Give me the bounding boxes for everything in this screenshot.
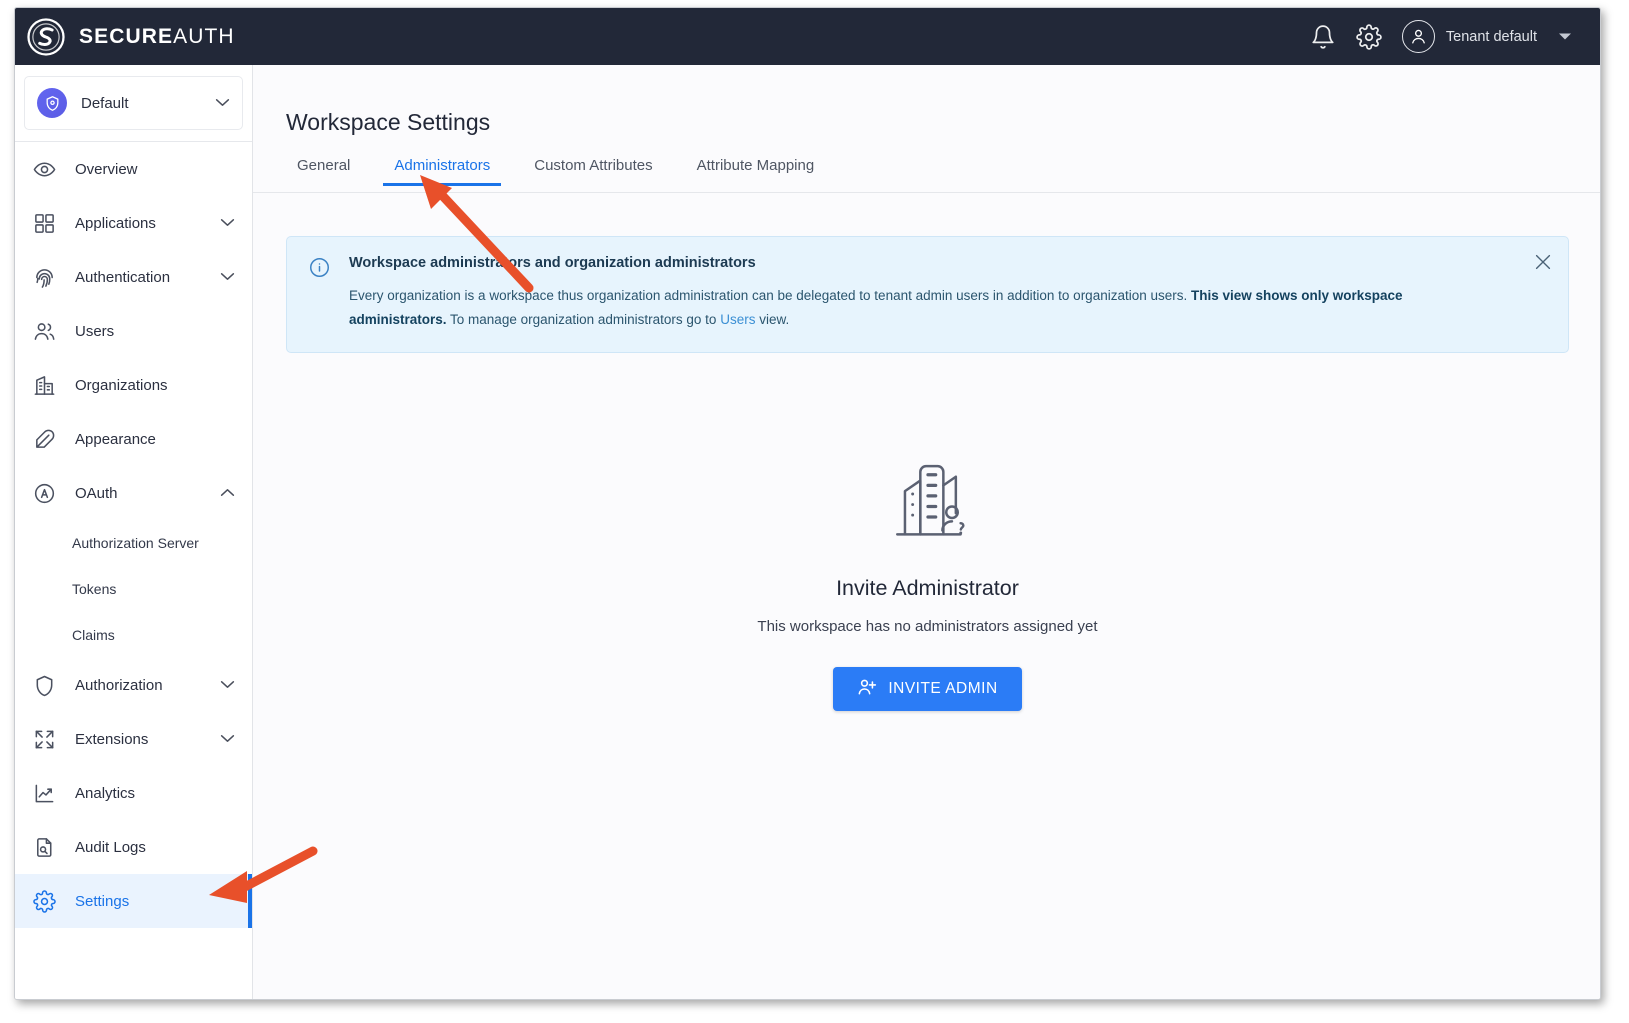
tenant-switcher[interactable]: Tenant default: [1401, 20, 1572, 53]
sidebar-item-label: Authorization: [75, 676, 163, 694]
main-content-area: Workspace Settings General Administrators…: [253, 65, 1600, 999]
sidebar-item-list: Overview Applications Authentication Users O…: [15, 142, 252, 928]
shield-check-icon: [37, 88, 67, 118]
banner-text-part1: Every organization is a workspace thus o…: [349, 288, 1191, 303]
sidebar-item-label: Settings: [75, 892, 130, 910]
sidebar-item-audit-logs[interactable]: Audit Logs: [15, 820, 252, 874]
expand-icon: [33, 728, 56, 751]
sidebar-item-settings[interactable]: Settings: [15, 874, 252, 928]
application-window: SECUREAUTH Tenant default Default Overvi…: [14, 7, 1601, 1000]
users-icon: [33, 320, 56, 343]
tab-general[interactable]: General: [286, 157, 361, 186]
settings-tab-bar: General Administrators Custom Attributes At…: [253, 157, 1600, 193]
info-banner-body: Workspace administrators and organizatio…: [349, 255, 1546, 332]
caret-down-icon[interactable]: [1558, 28, 1572, 46]
document-search-icon: [33, 836, 56, 859]
feather-icon: [33, 428, 56, 451]
empty-state-title: Invite Administrator: [836, 576, 1019, 600]
close-icon[interactable]: [1532, 251, 1554, 273]
gear-icon: [33, 889, 56, 913]
grid-icon: [33, 212, 56, 235]
top-header-bar: SECUREAUTH Tenant default: [15, 8, 1600, 65]
sidebar-item-label: Audit Logs: [75, 838, 146, 856]
workspace-name-label: Default: [81, 94, 129, 112]
info-circle-icon: [309, 257, 330, 278]
sidebar-item-overview[interactable]: Overview: [15, 142, 252, 196]
sidebar-navigation: Default Overview Applications Authenticati…: [15, 65, 253, 999]
brand-light-text: AUTH: [173, 24, 235, 48]
sidebar-item-authentication[interactable]: Authentication: [15, 250, 252, 304]
sidebar-item-claims[interactable]: Claims: [15, 612, 252, 658]
chevron-down-icon[interactable]: [220, 214, 235, 232]
building-icon: [33, 374, 56, 397]
sidebar-item-authorization-server[interactable]: Authorization Server: [15, 520, 252, 566]
empty-state: Invite Administrator This workspace has …: [253, 446, 1600, 711]
tab-attribute-mapping[interactable]: Attribute Mapping: [686, 157, 826, 186]
tab-custom-attributes[interactable]: Custom Attributes: [523, 157, 663, 186]
sidebar-item-authorization[interactable]: Authorization: [15, 658, 252, 712]
chevron-down-icon[interactable]: [220, 268, 235, 286]
building-person-question-icon: [880, 446, 976, 544]
sidebar-item-appearance[interactable]: Appearance: [15, 412, 252, 466]
tenant-name-label: Tenant default: [1445, 28, 1537, 45]
shield-icon: [33, 674, 56, 697]
brand-logo-area[interactable]: SECUREAUTH: [25, 16, 235, 58]
sidebar-item-label: Tokens: [72, 581, 117, 597]
empty-state-subtitle: This workspace has no administrators ass…: [757, 618, 1098, 635]
invite-admin-label: INVITE ADMIN: [888, 680, 998, 697]
sidebar-item-label: Extensions: [75, 730, 149, 748]
sidebar-item-users[interactable]: Users: [15, 304, 252, 358]
users-link[interactable]: Users: [720, 312, 755, 327]
header-actions: Tenant default: [1310, 20, 1572, 53]
secureauth-logo-icon: [25, 16, 67, 58]
sidebar-item-label: OAuth: [75, 484, 118, 502]
sidebar-item-applications[interactable]: Applications: [15, 196, 252, 250]
chart-line-icon: [33, 782, 56, 805]
sidebar-item-tokens[interactable]: Tokens: [15, 566, 252, 612]
banner-text-part2: To manage organization administrators go…: [446, 312, 721, 327]
sidebar-item-label: Applications: [75, 214, 156, 232]
sidebar-item-label: Organizations: [75, 376, 168, 394]
chevron-up-icon[interactable]: [220, 484, 235, 502]
chevron-down-icon[interactable]: [220, 676, 235, 694]
tab-administrators[interactable]: Administrators: [383, 157, 502, 186]
gear-icon[interactable]: [1356, 23, 1382, 50]
info-banner: Workspace administrators and organizatio…: [286, 236, 1569, 353]
sidebar-item-label: Analytics: [75, 784, 136, 802]
user-avatar-icon: [1401, 20, 1435, 53]
banner-text-part3: view.: [755, 312, 790, 327]
fingerprint-icon: [33, 266, 56, 289]
bell-icon[interactable]: [1310, 24, 1336, 50]
sidebar-item-label: Overview: [75, 160, 138, 178]
user-plus-icon: [857, 677, 877, 702]
sidebar-item-extensions[interactable]: Extensions: [15, 712, 252, 766]
workspace-selector[interactable]: Default: [24, 76, 243, 130]
brand-bold-text: SECURE: [79, 24, 174, 48]
sidebar-item-label: Authentication: [75, 268, 171, 286]
sidebar-item-oauth[interactable]: OAuth: [15, 466, 252, 520]
invite-admin-button[interactable]: INVITE ADMIN: [833, 667, 1022, 711]
brand-title: SECUREAUTH: [79, 25, 235, 49]
sidebar-item-label: Users: [75, 322, 115, 340]
info-banner-title: Workspace administrators and organizatio…: [349, 255, 756, 271]
sidebar-item-organizations[interactable]: Organizations: [15, 358, 252, 412]
eye-icon: [33, 158, 56, 181]
oauth-circle-icon: [33, 482, 56, 505]
sidebar-item-label: Claims: [72, 627, 115, 643]
chevron-down-icon: [215, 94, 230, 112]
sidebar-item-analytics[interactable]: Analytics: [15, 766, 252, 820]
info-banner-text: Every organization is a workspace thus o…: [349, 284, 1496, 332]
sidebar-item-label: Authorization Server: [72, 535, 199, 551]
page-title: Workspace Settings: [286, 109, 491, 135]
sidebar-item-label: Appearance: [75, 430, 156, 448]
chevron-down-icon[interactable]: [220, 730, 235, 748]
